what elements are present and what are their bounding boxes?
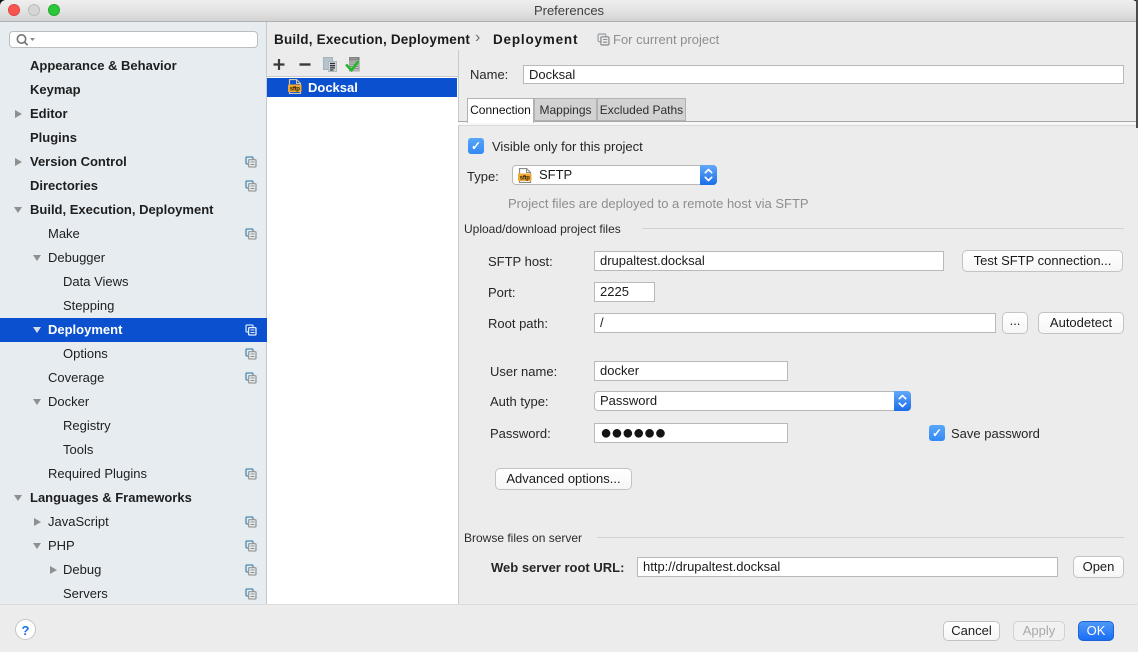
- svg-text:sftp: sftp: [290, 87, 300, 93]
- svg-text:sftp: sftp: [520, 176, 530, 182]
